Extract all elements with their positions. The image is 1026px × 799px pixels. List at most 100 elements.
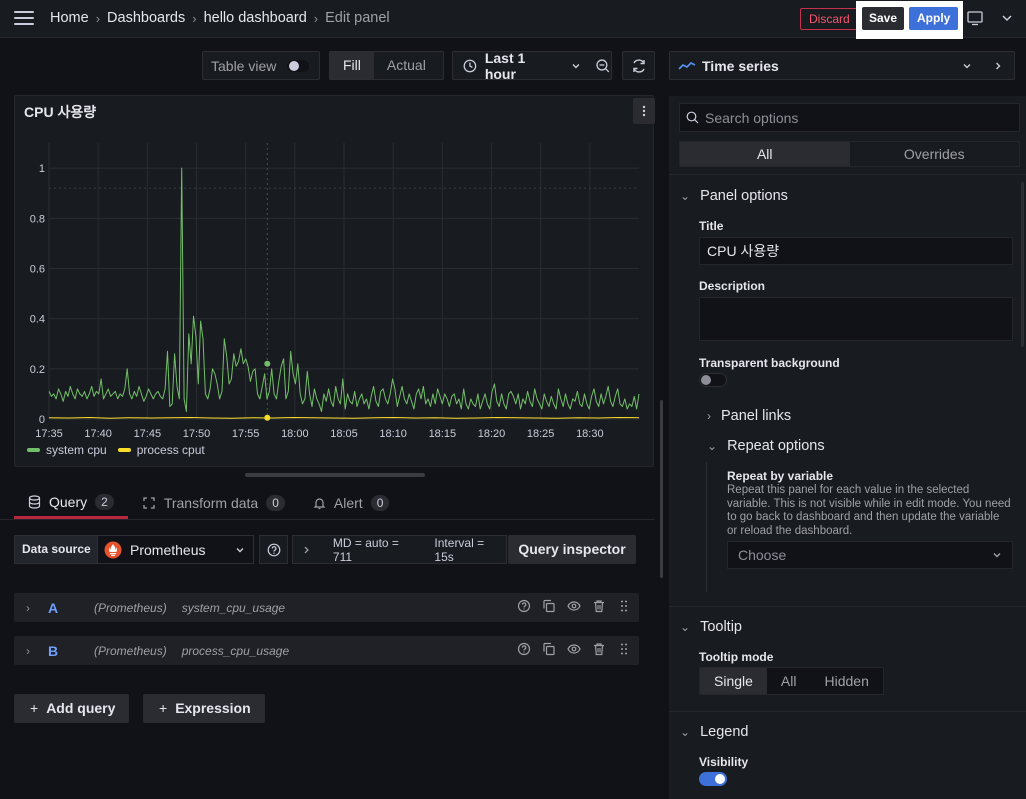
chevron-down-icon: ⌄ — [680, 189, 691, 203]
query-inspector-button[interactable]: Query inspector — [508, 535, 636, 564]
tab-transform-count: 0 — [266, 495, 285, 511]
divider — [669, 606, 1026, 607]
tab-alert-count: 0 — [370, 495, 390, 511]
pane-resize-handle[interactable] — [245, 473, 425, 477]
y-tick-label: 0.4 — [30, 314, 45, 326]
tab-alert-label: Alert — [333, 495, 363, 511]
max-datapoints: MD = auto = 711 — [332, 535, 399, 564]
add-query-button[interactable]: + Add query — [14, 694, 130, 723]
drag-handle-icon[interactable] — [617, 599, 631, 613]
refresh-button[interactable] — [622, 51, 655, 80]
left-scrollbar[interactable] — [660, 400, 663, 578]
table-view-toggle[interactable]: Table view — [202, 51, 320, 80]
menu-icon[interactable] — [14, 11, 34, 27]
eye-icon[interactable] — [567, 599, 581, 613]
breadcrumb-dashboard[interactable]: hello dashboard — [204, 10, 307, 26]
section-title: Panel links — [721, 408, 792, 424]
datasource-help-button[interactable] — [259, 535, 288, 564]
breadcrumb-home[interactable]: Home — [50, 10, 89, 26]
chevron-right-icon[interactable]: › — [26, 644, 30, 658]
breadcrumb-dashboards[interactable]: Dashboards — [107, 10, 185, 26]
x-tick-label: 18:30 — [576, 428, 604, 440]
apply-button[interactable]: Apply — [909, 7, 959, 30]
tooltip-mode-all[interactable]: All — [767, 668, 811, 694]
prometheus-icon — [104, 541, 122, 558]
chevron-right-icon: › — [192, 10, 197, 26]
indent-line — [706, 462, 707, 592]
tooltip-mode-single[interactable]: Single — [700, 668, 767, 694]
trash-icon[interactable] — [592, 642, 606, 656]
help-icon[interactable] — [517, 642, 531, 656]
hover-point-process — [264, 414, 271, 421]
eye-icon[interactable] — [567, 642, 581, 656]
help-icon[interactable] — [517, 599, 531, 613]
legend-item-process-cpu[interactable]: process cput — [137, 443, 205, 457]
chevron-right-icon[interactable] — [993, 61, 1003, 71]
tv-mode-icon[interactable] — [967, 11, 983, 26]
x-tick-label: 18:20 — [478, 428, 506, 440]
repeat-variable-select[interactable]: Choose — [727, 541, 1013, 569]
copy-icon[interactable] — [542, 642, 556, 656]
transparent-label: Transparent background — [699, 356, 840, 370]
divider — [669, 711, 1026, 712]
visibility-label: Visibility — [699, 755, 749, 769]
transparent-toggle[interactable] — [699, 373, 727, 387]
chevron-down-icon: ⌄ — [707, 439, 718, 453]
query-ref-id[interactable]: B — [48, 643, 78, 659]
section-legend[interactable]: ⌄ Legend — [680, 724, 748, 740]
tab-query-label: Query — [49, 493, 88, 510]
time-range-label: Last 1 hour — [484, 49, 526, 82]
section-panel-options[interactable]: ⌄ Panel options — [680, 188, 788, 204]
tab-overrides[interactable]: Overrides — [850, 142, 1020, 166]
chevron-down-icon — [572, 63, 580, 68]
chevron-right-icon[interactable]: › — [26, 601, 30, 615]
chevron-right-icon: › — [313, 10, 319, 26]
search-options-input[interactable]: Search options — [679, 103, 1020, 132]
query-expression: process_cpu_usage — [181, 643, 290, 658]
datasource-select[interactable]: Prometheus — [97, 535, 254, 564]
query-options-toggle[interactable]: MD = auto = 711 Interval = 15s — [292, 535, 507, 564]
drag-handle-icon[interactable] — [617, 642, 631, 656]
search-icon — [686, 111, 699, 124]
section-repeat-options[interactable]: ⌄ Repeat options — [707, 438, 825, 454]
x-tick-label: 18:15 — [429, 428, 457, 440]
legend-swatch-process — [117, 448, 131, 452]
visualization-picker[interactable]: Time series — [669, 51, 1015, 80]
title-input[interactable]: CPU 사용량 — [699, 237, 1013, 265]
discard-button[interactable]: Discard — [800, 8, 859, 30]
breadcrumb-current: Edit panel — [325, 10, 390, 26]
section-tooltip[interactable]: ⌄ Tooltip — [680, 619, 742, 635]
legend-visibility-toggle[interactable] — [699, 772, 727, 786]
trash-icon[interactable] — [592, 599, 606, 613]
time-range-picker[interactable]: Last 1 hour — [452, 49, 612, 82]
fill-button[interactable]: Fill — [330, 52, 374, 79]
time-series-icon — [678, 61, 696, 70]
time-series-chart[interactable]: 0 0.2 0.4 0.6 0.8 1 17:35 17:40 17:45 17:50 17:55 1… — [15, 96, 655, 441]
y-tick-label: 0.8 — [30, 213, 45, 225]
options-scrollbar[interactable] — [1021, 182, 1024, 347]
tab-all[interactable]: All — [680, 142, 850, 166]
add-expression-button[interactable]: + Expression — [143, 694, 265, 723]
tab-transform[interactable]: Transform data 0 — [128, 487, 299, 519]
legend-item-system-cpu[interactable]: system cpu — [46, 443, 107, 457]
series-line-process-cpu — [48, 417, 640, 419]
tab-query[interactable]: Query 2 — [14, 487, 128, 519]
section-title: Tooltip — [700, 619, 742, 635]
tab-alert[interactable]: Alert 0 — [299, 487, 403, 519]
divider — [669, 174, 1026, 175]
zoom-out-icon[interactable] — [595, 58, 611, 74]
tooltip-mode-hidden[interactable]: Hidden — [810, 668, 882, 694]
chevron-right-icon: › — [707, 409, 711, 423]
actual-button[interactable]: Actual — [374, 52, 439, 79]
chevron-down-icon[interactable] — [1000, 11, 1014, 25]
query-row[interactable]: › A (Prometheus) system_cpu_usage — [14, 593, 639, 622]
query-ref-id[interactable]: A — [48, 600, 78, 616]
description-textarea[interactable] — [699, 297, 1013, 341]
save-button[interactable]: Save — [862, 7, 905, 30]
section-panel-links[interactable]: › Panel links — [707, 408, 791, 424]
breadcrumb: Home › Dashboards › hello dashboard › Ed… — [50, 10, 390, 26]
description-label: Description — [699, 279, 766, 293]
copy-icon[interactable] — [542, 599, 556, 613]
query-row[interactable]: › B (Prometheus) process_cpu_usage — [14, 636, 639, 665]
table-view-switch[interactable] — [287, 60, 309, 72]
